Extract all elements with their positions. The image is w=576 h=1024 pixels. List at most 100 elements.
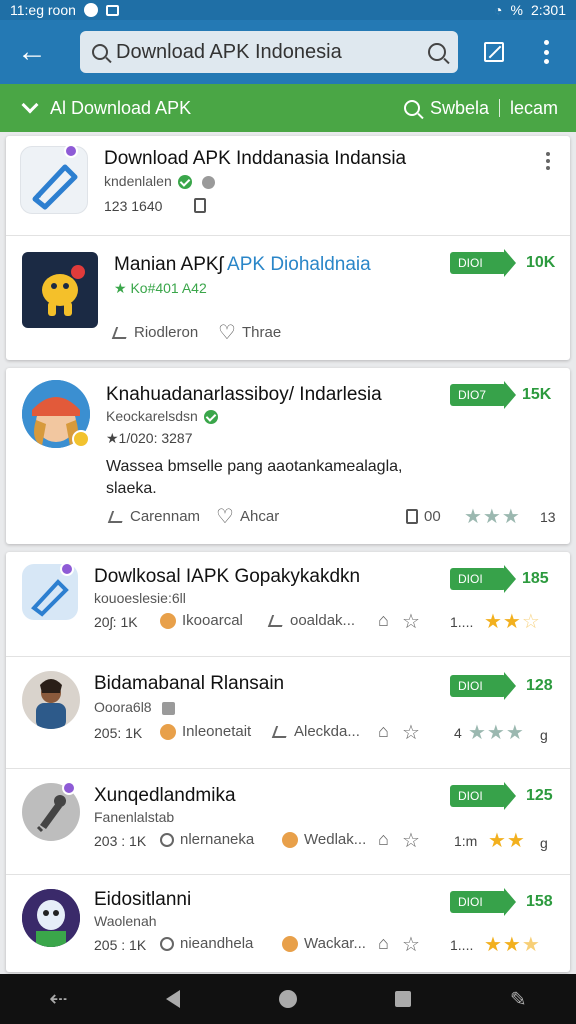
like-label: Thrae (242, 324, 282, 341)
back-arrow-icon[interactable]: ← (0, 20, 64, 84)
app-title: Download APK Inddanasia Indansia (104, 148, 407, 169)
nav-recents-icon[interactable] (395, 991, 412, 1007)
app-meta: ★1/020: 3287 (106, 430, 193, 446)
chevron-down-icon[interactable] (21, 96, 39, 114)
favorite-icon[interactable]: ☆ (402, 932, 420, 957)
overflow-menu-icon[interactable] (546, 152, 550, 170)
download-count: 128 (526, 677, 553, 694)
dev-chip-label: nieandhela (180, 935, 254, 952)
download-button[interactable]: DIOI (450, 249, 516, 277)
filter-bar: Al Download APK Swbela lecam (0, 84, 576, 132)
download-button[interactable]: DIOI (450, 782, 516, 810)
tag-icon (161, 701, 175, 715)
dev-chip: Inleonetait (160, 723, 251, 740)
download-button-label: DIOI (458, 789, 483, 803)
download-count: 15K (522, 386, 552, 403)
dev-avatar-icon (282, 935, 298, 952)
edit-icon[interactable] (484, 42, 504, 62)
app-icon (20, 146, 88, 214)
download-button[interactable]: DIO7 (450, 381, 516, 409)
app-title: Manian APKʃ (114, 254, 223, 275)
wifi-icon: ◔ (494, 2, 503, 18)
tag-chip: Aleckda... (271, 723, 360, 740)
app-meta: 205: 1K (94, 725, 143, 741)
clock-icon (160, 832, 174, 847)
filter-option-b[interactable]: lecam (510, 98, 558, 119)
home-icon[interactable]: ⌂ (378, 721, 389, 742)
nav-home-icon[interactable] (278, 990, 297, 1008)
featured-app-row[interactable]: Download APK Inddanasia Indansia kndenla… (6, 136, 570, 236)
tag-chip: Wackar... (282, 935, 366, 952)
list-item[interactable]: Bidamabanal Rlansain Ooora6l8 205: 1K In… (6, 657, 570, 767)
rating-stars: ★★★ (468, 722, 525, 744)
document-icon (406, 509, 418, 524)
developer-line: Ooora6l8 (94, 699, 175, 715)
developer-name: kndenlalen (104, 173, 172, 189)
heart-icon (216, 504, 234, 529)
rating-stars: ★★ (488, 830, 526, 852)
filter-option-a[interactable]: Swbela (430, 98, 489, 119)
verified-icon (203, 410, 218, 425)
divider (498, 99, 500, 117)
search-submit-icon[interactable] (428, 43, 446, 61)
favorite-icon[interactable]: ☆ (402, 828, 420, 853)
dev-avatar-icon (160, 723, 176, 740)
favorite-icon[interactable]: ☆ (402, 609, 420, 634)
system-nav-bar: ⇠ ✎ (0, 974, 576, 1024)
search-bar[interactable]: Download APK Indonesia (80, 31, 458, 73)
list-item[interactable]: Eidositlanni Waolenah 205 : 1K nieandhel… (6, 875, 570, 972)
nav-edit-icon[interactable]: ✎ (510, 987, 527, 1012)
like-action[interactable]: Ahcar (216, 504, 279, 529)
app-title-highlight: APK Diohaldnaia (227, 254, 371, 275)
tag-chip: ooaldak... (267, 612, 355, 629)
tag-chip-label: Wackar... (304, 935, 366, 952)
home-icon[interactable]: ⌂ (378, 610, 389, 631)
update-badge (60, 562, 74, 576)
share-icon (111, 326, 131, 339)
download-button[interactable]: DIOI (450, 565, 516, 593)
download-count: 185 (522, 570, 549, 587)
developer-name: Keockarelsdsn (106, 408, 198, 424)
rating-stars: ★★★ (484, 934, 541, 956)
dev-avatar-icon (282, 831, 298, 848)
favorite-icon[interactable]: ☆ (402, 720, 420, 745)
share-action[interactable]: Carennam (107, 508, 201, 525)
home-icon[interactable]: ⌂ (378, 829, 389, 850)
promo-app-row[interactable]: Manian APKʃ APK Diohaldnaia ★ Ko#401 A42… (6, 236, 570, 360)
update-badge (62, 781, 76, 795)
download-button-label: DIO7 (458, 388, 487, 402)
app-title: Eidositlanni (94, 889, 192, 910)
nav-back-icon[interactable] (166, 990, 181, 1008)
app-title: Xunqedlandmika (94, 785, 236, 806)
share-action[interactable]: Riodleron (111, 324, 199, 341)
list-item[interactable]: Xunqedlandmika Fanenlalstab 203 : 1K nle… (6, 769, 570, 873)
score-value: 00 (424, 508, 441, 525)
list-item[interactable]: Dowlkosal IAPK Gopakykakdkn kouoeslesie:… (6, 552, 570, 656)
score-group: 00 (406, 508, 441, 525)
home-icon[interactable]: ⌂ (378, 933, 389, 954)
share-label: Carennam (130, 508, 201, 525)
app-title: Dowlkosal IAPK Gopakykakdkn (94, 566, 361, 587)
like-action[interactable]: Thrae (218, 320, 282, 345)
app-title: Knahuadanarlassiboy/ Indarlesia (106, 384, 382, 405)
featured-card: Download APK Inddanasia Indansia kndenla… (6, 136, 570, 360)
filter-search-icon[interactable] (403, 100, 420, 116)
tag-chip: Wedlak... (282, 831, 366, 848)
more-vert-icon[interactable] (536, 38, 556, 66)
rating-stars: ★★★ (464, 506, 521, 528)
developer-line: Keockarelsdsn (106, 408, 218, 425)
search-input[interactable]: Download APK Indonesia (116, 41, 420, 64)
download-count: 125 (526, 787, 553, 804)
download-button[interactable]: DIOI (450, 888, 516, 916)
nav-arrow-icon[interactable]: ⇠ (49, 986, 67, 1012)
share-label: Riodleron (134, 324, 199, 341)
download-button[interactable]: DIOI (450, 672, 516, 700)
badge-icon (72, 430, 90, 448)
rating-label: 1.... (450, 614, 474, 630)
app-card[interactable]: Knahuadanarlassiboy/ Indarlesia Keockare… (6, 368, 570, 544)
app-avatar (22, 889, 80, 947)
status-bar: 11:eg roon ◔ % 2:301 (0, 0, 576, 20)
app-avatar (22, 671, 80, 729)
filter-title[interactable]: Al Download APK (50, 98, 404, 119)
dev-chip-label: Inleonetait (182, 723, 252, 740)
